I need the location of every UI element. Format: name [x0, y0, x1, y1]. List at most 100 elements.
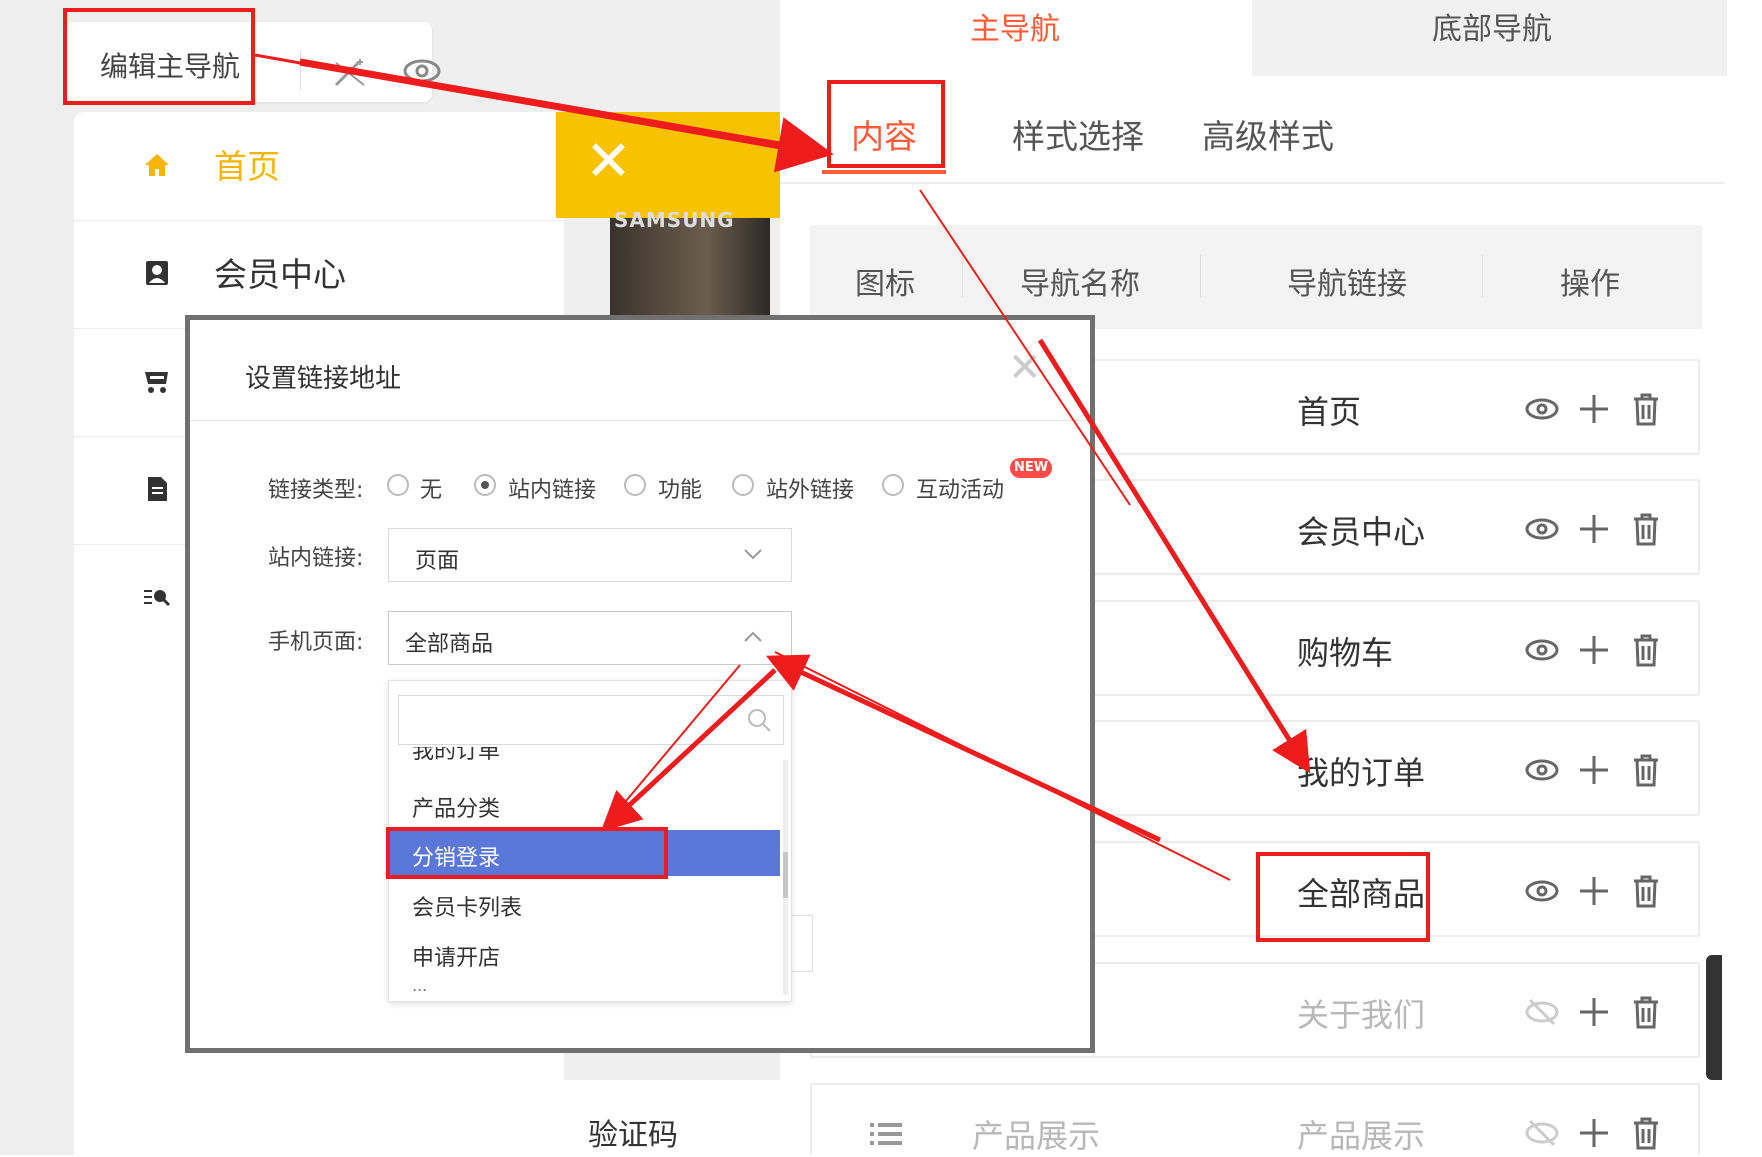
- header-separator: [962, 255, 963, 297]
- annotation-box-all-products: [1256, 852, 1430, 942]
- plus-icon[interactable]: [1574, 750, 1614, 790]
- subtab-divider: [780, 182, 1725, 184]
- radio-function-label[interactable]: 功能: [658, 472, 702, 504]
- dropdown-item[interactable]: 产品分类: [390, 781, 780, 827]
- radio-none-label[interactable]: 无: [420, 472, 442, 504]
- radio-none[interactable]: [387, 474, 409, 496]
- plus-icon[interactable]: [1574, 630, 1614, 670]
- nav-link-cell[interactable]: 会员中心: [1297, 507, 1425, 553]
- internal-link-select[interactable]: 页面: [388, 528, 792, 582]
- row-actions: [1522, 630, 1682, 670]
- new-badge: NEW: [1010, 458, 1052, 478]
- radio-internal-link-label[interactable]: 站内链接: [508, 472, 596, 504]
- radio-internal-link[interactable]: [474, 474, 496, 496]
- side-handle[interactable]: [1706, 955, 1722, 1080]
- dropdown-item[interactable]: 我的订单: [390, 747, 780, 765]
- dropdown-item[interactable]: 申请开店: [390, 930, 780, 976]
- header-actions: 操作: [1560, 267, 1620, 302]
- radio-interactive-label[interactable]: 互动活动: [916, 472, 1004, 504]
- plus-icon[interactable]: [1574, 389, 1614, 429]
- radio-external-link[interactable]: [732, 474, 754, 496]
- eye-off-icon[interactable]: [1522, 1113, 1562, 1153]
- dropdown-item-label: 申请开店: [412, 946, 501, 971]
- tab-main-nav-label: 主导航: [970, 12, 1060, 47]
- row-actions: [1522, 992, 1682, 1032]
- link-type-label: 链接类型:: [268, 478, 364, 503]
- plus-icon[interactable]: [1574, 1113, 1614, 1153]
- eye-off-icon[interactable]: [1522, 992, 1562, 1032]
- chevron-up-icon: [744, 631, 762, 642]
- nav-link-cell[interactable]: 关于我们: [1297, 990, 1425, 1036]
- plus-icon[interactable]: [1574, 992, 1614, 1032]
- nav-link-cell[interactable]: 产品展示: [1297, 1111, 1425, 1157]
- nav-link-cell[interactable]: 首页: [1297, 387, 1361, 433]
- header-nav-link: 导航链接: [1287, 267, 1407, 302]
- trash-icon[interactable]: [1626, 1113, 1666, 1153]
- trash-icon[interactable]: [1626, 630, 1666, 670]
- sidebar-item-member[interactable]: 会员中心: [74, 220, 564, 329]
- modal-close-icon[interactable]: ✕: [1008, 348, 1042, 388]
- internal-link-label: 站内链接:: [268, 546, 364, 571]
- modal-divider: [190, 420, 1090, 421]
- member-icon: [146, 261, 168, 285]
- plus-icon[interactable]: [1574, 509, 1614, 549]
- eye-icon[interactable]: [1522, 509, 1562, 549]
- dropdown-item[interactable]: 会员卡列表: [390, 880, 780, 926]
- nav-link-cell[interactable]: 购物车: [1297, 628, 1393, 674]
- document-icon: [148, 477, 167, 501]
- search-list-icon: [144, 590, 171, 607]
- trash-icon[interactable]: [1626, 871, 1666, 911]
- row-actions: [1522, 871, 1682, 911]
- eye-icon[interactable]: [1522, 630, 1562, 670]
- eye-icon[interactable]: [1522, 750, 1562, 790]
- magic-wand-icon[interactable]: [330, 55, 370, 91]
- dropdown-item-label: 会员卡列表: [412, 896, 523, 921]
- mobile-page-value: 全部商品: [405, 632, 494, 657]
- row-actions: [1522, 509, 1682, 549]
- trash-icon[interactable]: [1626, 509, 1666, 549]
- radio-function[interactable]: [624, 474, 646, 496]
- nav-link-cell[interactable]: 我的订单: [1297, 748, 1425, 794]
- subtab-style[interactable]: 样式选择: [1012, 110, 1144, 158]
- annotation-box-content-tab: [827, 80, 945, 168]
- table-row[interactable]: 产品展示 产品展示: [810, 1083, 1700, 1155]
- subtab-active-indicator: [822, 170, 946, 174]
- dropdown-item[interactable]: ...: [390, 978, 780, 996]
- dropdown-search-input[interactable]: [398, 695, 784, 745]
- trash-icon[interactable]: [1626, 992, 1666, 1032]
- dropdown-item-label: ...: [412, 978, 428, 995]
- close-icon[interactable]: ✕: [585, 132, 645, 192]
- eye-icon[interactable]: [1522, 389, 1562, 429]
- sidebar-item-label: 会员中心: [214, 255, 346, 294]
- annotation-box-distribution-login: [386, 827, 668, 879]
- tab-bottom-nav-label: 底部导航: [1432, 12, 1552, 47]
- eye-icon[interactable]: [1522, 871, 1562, 911]
- header-separator: [1482, 255, 1483, 297]
- row-actions: [1522, 1113, 1682, 1153]
- sidebar-item-home[interactable]: 首页: [74, 112, 564, 221]
- annotation-box-edit-nav: [63, 8, 255, 105]
- trash-icon[interactable]: [1626, 389, 1666, 429]
- trash-icon[interactable]: [1626, 750, 1666, 790]
- header-separator: [1200, 255, 1201, 297]
- mobile-page-select[interactable]: 全部商品: [388, 611, 792, 665]
- list-icon: [870, 1123, 902, 1145]
- plus-icon[interactable]: [1574, 871, 1614, 911]
- dropdown-scrollbar-thumb[interactable]: [783, 852, 788, 898]
- header-icon: 图标: [855, 267, 915, 302]
- product-image-brand: SAMSUNG: [614, 208, 735, 232]
- search-icon: [748, 709, 771, 732]
- toolbar-divider: [300, 50, 301, 90]
- radio-interactive[interactable]: [882, 474, 904, 496]
- subtab-advanced-style[interactable]: 高级样式: [1202, 110, 1334, 158]
- mobile-page-label: 手机页面:: [268, 630, 364, 655]
- nav-table-header: 图标 导航名称 导航链接 操作: [810, 225, 1702, 329]
- internal-link-value: 页面: [415, 549, 460, 574]
- verify-code-label: 验证码: [588, 1118, 678, 1153]
- cart-icon: [145, 372, 168, 393]
- eye-icon[interactable]: [402, 56, 442, 86]
- row-actions: [1522, 750, 1682, 790]
- radio-external-link-label[interactable]: 站外链接: [766, 472, 854, 504]
- nav-name-cell[interactable]: 产品展示: [972, 1111, 1100, 1157]
- header-nav-name: 导航名称: [1020, 267, 1140, 302]
